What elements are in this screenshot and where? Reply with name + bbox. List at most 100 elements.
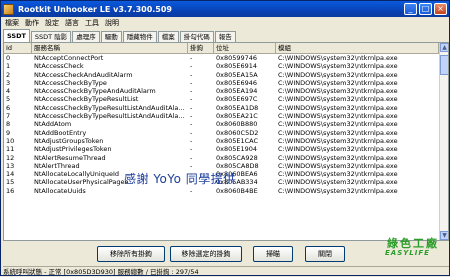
cell-address: 0x805CA928	[216, 153, 258, 162]
column-hooked[interactable]: 掛鉤	[188, 43, 214, 53]
window-title: Rootkit Unhooker LE v3.7.300.509	[18, 4, 172, 14]
cell-module: C:\WINDOWS\system32\ntkrnlpa.exe	[278, 87, 398, 96]
cell-hooked: -	[190, 128, 193, 137]
minimize-button[interactable]: _	[404, 3, 417, 15]
table-row[interactable]: 3 NtAccessCheckByType - 0x805E6946 C:\WINDOW…	[4, 79, 448, 87]
maximize-button[interactable]: □	[419, 3, 432, 15]
cell-service-name: NtAcceptConnectPort	[34, 54, 104, 62]
cell-hooked: -	[190, 136, 193, 145]
cell-address: 0x805EA15A	[216, 70, 258, 79]
cell-module: C:\WINDOWS\system32\ntkrnlpa.exe	[278, 78, 398, 87]
table-row[interactable]: 11 NtAdjustPrivilegesToken - 0x805E1904 C:\W…	[4, 145, 448, 153]
tab-hook-code[interactable]: 掛勾代碼	[179, 31, 214, 42]
status-bar: 系統呼叫狀態 - 正常 [0x805D3D930] 服務總數 / 已掛鉤 : 2…	[3, 266, 449, 277]
vertical-scrollbar[interactable]: ▲ ▼	[439, 43, 448, 240]
column-module[interactable]: 模組	[276, 43, 439, 53]
cell-service-name: NtAddAtom	[34, 120, 72, 129]
cell-id: 8	[6, 120, 11, 129]
table-row[interactable]: 13 NtAlertThread - 0x805CA8D8 C:\WINDOWS\sys…	[4, 162, 448, 170]
tab-drivers[interactable]: 驅動	[100, 31, 122, 42]
menu-language[interactable]: 語言	[65, 18, 79, 28]
cell-id: 7	[6, 112, 11, 121]
logo-line2: EASYLIFE	[385, 249, 430, 257]
cell-address: 0x805CA8D8	[216, 161, 259, 170]
cell-address: 0x805EA21C	[216, 112, 258, 121]
cell-service-name: NtAllocateUuids	[34, 186, 86, 195]
cell-module: C:\WINDOWS\system32\ntkrnlpa.exe	[278, 54, 398, 62]
table-row[interactable]: 6 NtAccessCheckByTypeResultListAndAuditAl…	[4, 104, 448, 112]
cell-module: C:\WINDOWS\system32\ntkrnlpa.exe	[278, 145, 398, 154]
cell-hooked: -	[190, 153, 193, 162]
close-button[interactable]: 關閉	[305, 246, 345, 262]
cell-id: 6	[6, 103, 11, 112]
cell-id: 4	[6, 87, 11, 96]
cell-id: 15	[6, 178, 15, 187]
cell-address: 0x805E1CAC	[216, 136, 259, 145]
ssdt-list[interactable]: Id 服務名稱 掛鉤 位址 模組 0 NtAcceptConnectPort - 0x…	[3, 42, 449, 241]
remove-selected-hooks-button[interactable]: 移除選定的掛鉤	[170, 246, 242, 262]
column-service-name[interactable]: 服務名稱	[32, 43, 188, 53]
table-row[interactable]: 9 NtAddBootEntry - 0x8060C5D2 C:\WINDOWS\sys…	[4, 129, 448, 137]
scan-button[interactable]: 掃瞄	[253, 246, 293, 262]
menu-help[interactable]: 說明	[105, 18, 119, 28]
cell-address: 0x8060B4BE	[216, 186, 258, 195]
cell-service-name: NtAlertThread	[34, 161, 80, 170]
remove-all-hooks-button[interactable]: 移除所有掛鉤	[97, 246, 165, 262]
cell-hooked: -	[190, 103, 193, 112]
column-id[interactable]: Id	[4, 43, 32, 53]
column-address[interactable]: 位址	[214, 43, 276, 53]
cell-hooked: -	[190, 186, 193, 195]
cell-module: C:\WINDOWS\system32\ntkrnlpa.exe	[278, 136, 398, 145]
table-row[interactable]: 0 NtAcceptConnectPort - 0x80599746 C:\WINDOW…	[4, 54, 448, 62]
menu-action[interactable]: 動作	[25, 18, 39, 28]
cell-id: 1	[6, 62, 11, 71]
cell-id: 10	[6, 136, 15, 145]
cell-address: 0x805E6946	[216, 78, 258, 87]
table-row[interactable]: 12 NtAlertResumeThread - 0x805CA928 C:\WINDO…	[4, 154, 448, 162]
cell-module: C:\WINDOWS\system32\ntkrnlpa.exe	[278, 103, 398, 112]
table-row[interactable]: 1 NtAccessCheck - 0x805E6914 C:\WINDOWS\syst…	[4, 62, 448, 70]
menu-settings[interactable]: 設定	[45, 18, 59, 28]
cell-id: 12	[6, 153, 15, 162]
cell-id: 13	[6, 161, 15, 170]
cell-hooked: -	[190, 70, 193, 79]
cell-hooked: -	[190, 78, 193, 87]
scroll-thumb[interactable]	[440, 55, 448, 75]
table-row[interactable]: 2 NtAccessCheckAndAuditAlarm - 0x805EA15A C:…	[4, 71, 448, 79]
cell-module: C:\WINDOWS\system32\ntkrnlpa.exe	[278, 95, 398, 104]
cell-module: C:\WINDOWS\system32\ntkrnlpa.exe	[278, 62, 398, 71]
tab-hidden-objects[interactable]: 隱藏物件	[122, 31, 157, 42]
cell-module: C:\WINDOWS\system32\ntkrnlpa.exe	[278, 161, 398, 170]
cell-service-name: NtAlertResumeThread	[34, 153, 106, 162]
cell-address: 0x805E697C	[216, 95, 258, 104]
table-row[interactable]: 5 NtAccessCheckByTypeResultList - 0x805E697…	[4, 95, 448, 103]
cell-service-name: NtAccessCheckByTypeResultList	[34, 95, 139, 104]
tab-ssdt[interactable]: SSDT	[3, 29, 30, 42]
cell-address: 0x805EA1D8	[216, 103, 259, 112]
tab-ssdt-shadow[interactable]: SSDT 陰影	[30, 31, 72, 42]
close-window-button[interactable]: ×	[434, 3, 447, 15]
cell-id: 0	[6, 54, 11, 62]
scroll-up-icon[interactable]: ▲	[440, 43, 448, 52]
table-row[interactable]: 8 NtAddAtom - 0x8060B880 C:\WINDOWS\system32…	[4, 120, 448, 128]
cell-service-name: NtAdjustPrivilegesToken	[34, 145, 112, 154]
menu-file[interactable]: 檔案	[5, 18, 19, 28]
table-row[interactable]: 16 NtAllocateUuids - 0x8060B4BE C:\WINDOWS\s…	[4, 187, 448, 195]
table-row[interactable]: 4 NtAccessCheckByTypeAndAuditAlarm - 0x805E…	[4, 87, 448, 95]
table-row[interactable]: 7 NtAccessCheckByTypeResultListAndAuditAl…	[4, 112, 448, 120]
cell-address: 0x805E1904	[216, 145, 258, 154]
tab-files[interactable]: 檔案	[157, 31, 179, 42]
app-window: Rootkit Unhooker LE v3.7.300.509 _ □ × 檔…	[0, 0, 450, 276]
app-icon	[3, 3, 14, 15]
cell-hooked: -	[190, 112, 193, 121]
menu-tools[interactable]: 工具	[85, 18, 99, 28]
tab-report[interactable]: 報告	[214, 31, 236, 42]
title-bar: Rootkit Unhooker LE v3.7.300.509 _ □ ×	[1, 1, 449, 17]
table-row[interactable]: 10 NtAdjustGroupsToken - 0x805E1CAC C:\WINDO…	[4, 137, 448, 145]
tab-processes[interactable]: 處理序	[72, 31, 100, 42]
cell-id: 2	[6, 70, 11, 79]
cell-hooked: -	[190, 120, 193, 129]
cell-service-name: NtAdjustGroupsToken	[34, 136, 104, 145]
cell-module: C:\WINDOWS\system32\ntkrnlpa.exe	[278, 170, 398, 179]
cell-module: C:\WINDOWS\system32\ntkrnlpa.exe	[278, 153, 398, 162]
